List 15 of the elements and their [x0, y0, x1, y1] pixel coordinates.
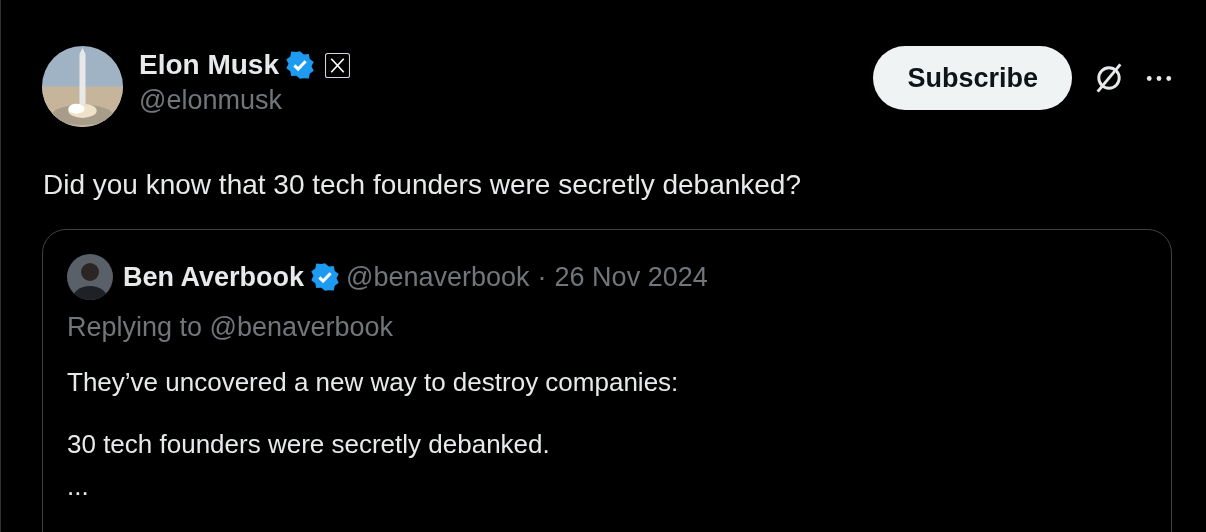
quoted-text: They’ve uncovered a new way to destroy companies:: [67, 366, 680, 399]
author-name[interactable]: Elon Musk: [139, 49, 279, 81]
replying-to: Replying to @benaverbook: [67, 312, 395, 343]
subscribe-button[interactable]: Subscribe: [873, 46, 1072, 110]
separator: ·: [537, 261, 547, 293]
avatar-silhouette-icon: [67, 254, 113, 300]
author-handle[interactable]: @elonmusk: [139, 85, 350, 116]
post-date: 26 Nov 2024: [554, 261, 708, 293]
quoted-author-name: Ben Averbook: [123, 261, 305, 293]
more-icon[interactable]: [1146, 74, 1172, 82]
quoted-author-handle: @benaverbook: [346, 261, 530, 293]
quoted-text: 30 tech founders were secretly debanked.: [67, 428, 551, 461]
post-text: Did you know that 30 tech founders were secretly debanked?: [43, 168, 802, 202]
quoted-text: ...: [67, 470, 90, 503]
quoted-post-card[interactable]: Ben Averbook @benaverbook · 26 Nov 2024 Replying to @benaverbook They’ve uncovered a new way to destroy companies: 30 tech founders were secretly debanked. ...: [42, 229, 1172, 532]
